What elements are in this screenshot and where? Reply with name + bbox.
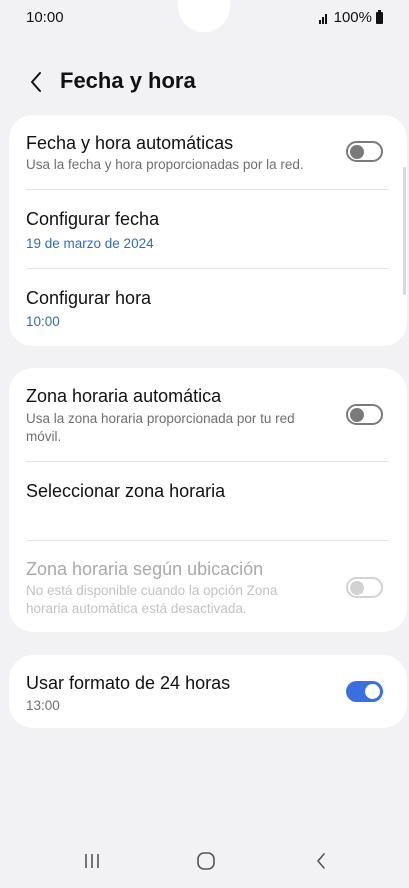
format24-value: 13:00 [26,698,60,713]
recents-button[interactable] [72,846,112,876]
status-time: 10:00 [26,9,64,26]
location-timezone-row: Zona horaria según ubicación No está dis… [9,541,407,632]
format24-row[interactable]: Usar formato de 24 horas 13:00 [9,655,407,728]
back-icon [317,853,325,869]
set-time-value: 10:00 [26,314,60,329]
chevron-left-icon [31,72,41,92]
page-title: Fecha y hora [60,68,196,93]
auto-timezone-title: Zona horaria automática [26,386,222,406]
camera-notch [178,0,230,32]
set-date-value: 19 de marzo de 2024 [26,236,154,251]
location-timezone-toggle [346,577,383,598]
status-right: 100% [318,9,383,26]
nav-back-button[interactable] [301,846,341,876]
toggle-knob [350,580,364,595]
auto-datetime-subtitle: Usa la fecha y hora proporcionadas por l… [26,157,304,172]
select-timezone-row[interactable]: Seleccionar zona horaria [9,462,407,540]
location-timezone-title: Zona horaria según ubicación [26,559,264,579]
datetime-card: Fecha y hora automáticas Usa la fecha y … [9,115,407,346]
auto-timezone-toggle[interactable] [346,404,383,425]
recents-icon [85,854,99,868]
signal-icon [318,12,327,24]
app-header: Fecha y hora [0,58,409,106]
toggle-knob [365,684,380,699]
location-timezone-subtitle: No está disponible cuando la opción Zona… [26,583,278,616]
set-date-title: Configurar fecha [26,209,160,229]
set-time-row[interactable]: Configurar hora 10:00 [9,269,407,346]
format-card: Usar formato de 24 horas 13:00 [9,655,407,728]
battery-icon [376,9,383,24]
auto-timezone-subtitle: Usa la zona horaria proporcionada por tu… [26,411,295,444]
auto-datetime-title: Fecha y hora automáticas [26,133,234,153]
set-time-title: Configurar hora [26,288,152,308]
battery-percent: 100% [333,9,372,26]
home-button[interactable] [186,846,226,876]
toggle-knob [350,407,364,422]
set-date-row[interactable]: Configurar fecha 19 de marzo de 2024 [9,190,407,268]
timezone-card: Zona horaria automática Usa la zona hora… [9,368,407,632]
navigation-bar [0,836,409,888]
auto-timezone-row[interactable]: Zona horaria automática Usa la zona hora… [9,368,407,461]
format24-toggle[interactable] [346,681,383,702]
toggle-knob [350,144,364,159]
format24-title: Usar formato de 24 horas [26,673,231,693]
scrollbar[interactable] [403,167,406,295]
home-icon [197,852,215,870]
status-bar: 10:00 100% [0,0,409,36]
back-button[interactable] [22,66,50,98]
auto-datetime-row[interactable]: Fecha y hora automáticas Usa la fecha y … [9,115,407,189]
auto-datetime-toggle[interactable] [346,141,383,162]
select-timezone-title: Seleccionar zona horaria [26,481,226,501]
